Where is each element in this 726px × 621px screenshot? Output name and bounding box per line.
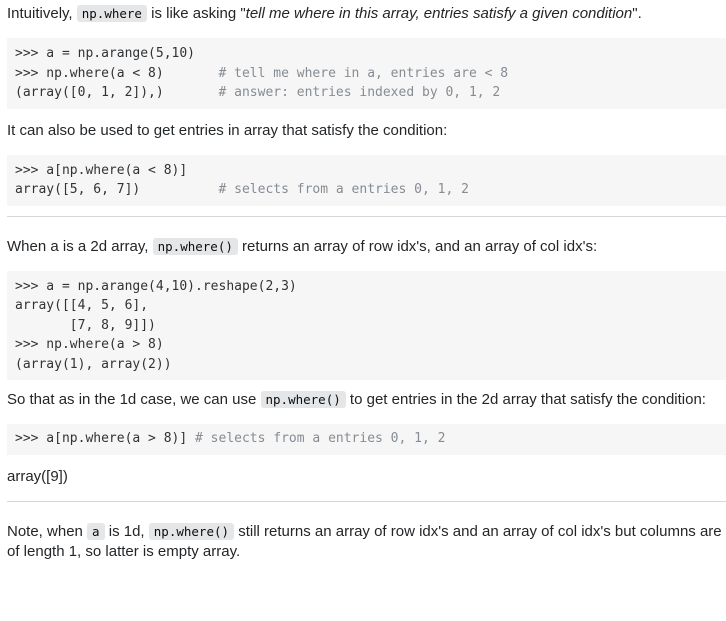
code-line: array([[4, 5, 6], [15, 298, 149, 313]
code-line: >>> np.where(a > 8) [15, 337, 164, 352]
code-block-1d-select: >>> a[np.where(a < 8)] array([5, 6, 7]) #… [7, 154, 726, 206]
emphasis-text: tell me where in this array, entries sat… [245, 5, 633, 22]
code-block-1d-where: >>> a = np.arange(5,10) >>> np.where(a < … [7, 38, 726, 109]
divider [7, 500, 726, 502]
inline-code-np-where: np.where() [152, 237, 238, 255]
paragraph-entries: It can also be used to get entries in ar… [7, 121, 448, 139]
divider [7, 215, 726, 217]
code-line: >>> a = np.arange(4,10).reshape(2,3) [15, 278, 297, 294]
output-paragraph: array([9]) [7, 467, 68, 485]
intro-paragraph: Intuitively, np.where is like asking "te… [7, 5, 642, 22]
code-line: >>> a[np.where(a < 8)] [15, 162, 188, 178]
code-comment: # tell me where in a, entries are < 8 [218, 65, 509, 81]
code-line: >>> np.where(a < 8) # tell me where in a… [15, 65, 509, 81]
code-block-2d-select: >>> a[np.where(a > 8)] # selects from a … [7, 424, 726, 455]
code-line: >>> a = np.arange(5,10) [15, 46, 196, 61]
code-comment: # selects from a entries 0, 1, 2 [195, 431, 446, 446]
code-line: array([5, 6, 7]) # selects from a entrie… [15, 182, 469, 197]
code-line: [7, 8, 9]]) [15, 317, 156, 333]
code-comment: # selects from a entries 0, 1, 2 [218, 182, 469, 197]
inline-code-np-where: np.where [76, 5, 147, 22]
inline-code-a: a [87, 522, 105, 540]
code-line: (array(1), array(2)) [15, 356, 172, 372]
paragraph-2d: When a is a 2d array, np.where() returns… [7, 237, 598, 255]
inline-code-np-where: np.where() [260, 391, 346, 408]
code-block-2d-where: >>> a = np.arange(4,10).reshape(2,3) arra… [7, 270, 726, 380]
code-line: (array([0, 1, 2]),) # answer: entries in… [15, 85, 501, 100]
code-comment: # answer: entries indexed by 0, 1, 2 [218, 85, 501, 100]
code-line: >>> a[np.where(a > 8)] # selects from a … [15, 431, 446, 446]
paragraph-2d-select: So that as in the 1d case, we can use np… [7, 391, 706, 408]
inline-code-np-where: np.where() [148, 522, 235, 540]
answer-body: Intuitively, np.where is like asking "te… [0, 0, 726, 562]
note-paragraph: Note, when a is 1d, np.where() still ret… [7, 522, 722, 560]
